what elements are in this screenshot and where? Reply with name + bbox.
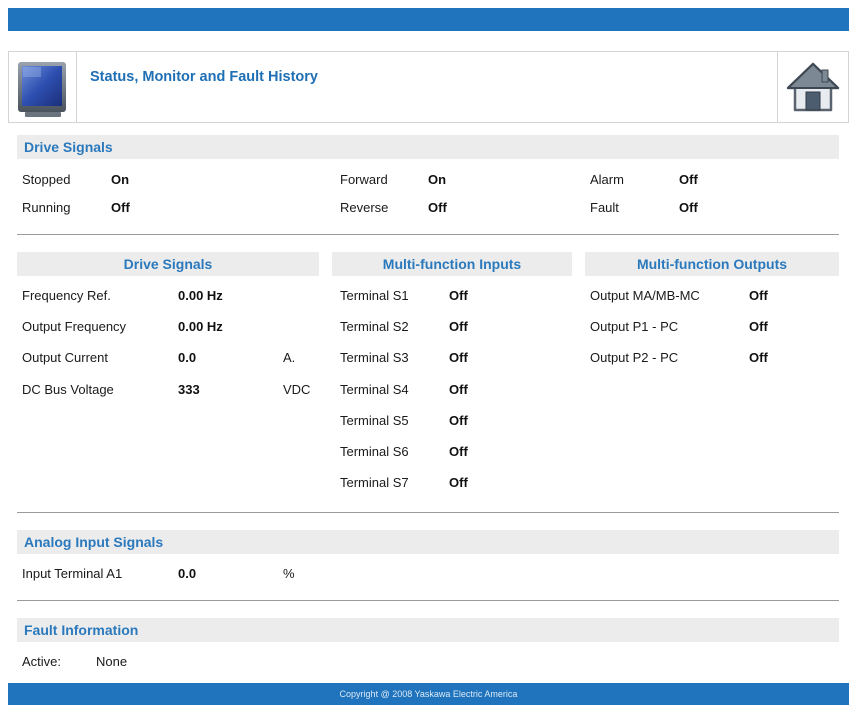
drive-label: Output Current	[22, 350, 108, 365]
footer-copyright: Copyright @ 2008 Yaskawa Electric Americ…	[8, 683, 849, 705]
output-label: Output MA/MB-MC	[590, 288, 700, 303]
output-value: Off	[749, 350, 768, 365]
monitor-icon-cell	[9, 52, 77, 122]
signal-value-forward: On	[428, 172, 447, 187]
signal-value-fault: Off	[679, 200, 698, 215]
drive-value: 0.0	[178, 350, 197, 365]
drive-label: Frequency Ref.	[22, 288, 111, 303]
input-value: Off	[449, 319, 468, 334]
input-label: Terminal S2	[340, 319, 409, 334]
drive-value: 0.00 Hz	[178, 288, 223, 303]
input-value: Off	[449, 288, 468, 303]
input-label: Terminal S3	[340, 350, 409, 365]
signal-value-reverse: Off	[428, 200, 447, 215]
drive-unit: VDC	[283, 382, 311, 397]
page-title: Status, Monitor and Fault History	[90, 69, 318, 85]
input-value: Off	[449, 382, 468, 397]
monitor-icon	[18, 62, 66, 117]
section-heading-drive-signals: Drive Signals	[17, 135, 839, 159]
divider	[17, 234, 839, 235]
divider	[17, 512, 839, 513]
signal-value-alarm: Off	[679, 172, 698, 187]
analog-unit: %	[283, 566, 295, 581]
input-value: Off	[449, 350, 468, 365]
input-value: Off	[449, 444, 468, 459]
fault-active-label: Active:	[22, 654, 62, 669]
top-banner	[8, 8, 849, 31]
drive-value: 333	[178, 382, 200, 397]
section-heading-analog-inputs: Analog Input Signals	[17, 530, 839, 554]
section-heading-mf-outputs: Multi-function Outputs	[585, 252, 839, 276]
signal-label-alarm: Alarm	[590, 172, 624, 187]
output-label: Output P1 - PC	[590, 319, 679, 334]
divider	[17, 600, 839, 601]
input-label: Terminal S4	[340, 382, 409, 397]
fault-active-value: None	[96, 654, 128, 669]
section-heading-drive-signals-detail: Drive Signals	[17, 252, 319, 276]
drive-label: DC Bus Voltage	[22, 382, 114, 397]
section-heading-fault-info: Fault Information	[17, 618, 839, 642]
analog-value: 0.0	[178, 566, 197, 581]
section-heading-mf-inputs: Multi-function Inputs	[332, 252, 572, 276]
signal-label-running: Running	[22, 200, 71, 215]
signal-label-fault: Fault	[590, 200, 619, 215]
input-label: Terminal S7	[340, 475, 409, 490]
signal-value-stopped: On	[111, 172, 130, 187]
input-label: Terminal S5	[340, 413, 409, 428]
signal-value-running: Off	[111, 200, 130, 215]
input-value: Off	[449, 413, 468, 428]
signal-label-reverse: Reverse	[340, 200, 389, 215]
input-value: Off	[449, 475, 468, 490]
output-value: Off	[749, 319, 768, 334]
analog-label: Input Terminal A1	[22, 566, 123, 581]
output-value: Off	[749, 288, 768, 303]
home-button[interactable]	[777, 52, 848, 122]
drive-unit: A.	[283, 350, 296, 365]
input-label: Terminal S6	[340, 444, 409, 459]
output-label: Output P2 - PC	[590, 350, 679, 365]
home-icon	[786, 62, 840, 112]
signal-label-stopped: Stopped	[22, 172, 71, 187]
drive-label: Output Frequency	[22, 319, 127, 334]
page-header: Status, Monitor and Fault History	[8, 51, 849, 123]
drive-value: 0.00 Hz	[178, 319, 223, 334]
input-label: Terminal S1	[340, 288, 409, 303]
signal-label-forward: Forward	[340, 172, 388, 187]
